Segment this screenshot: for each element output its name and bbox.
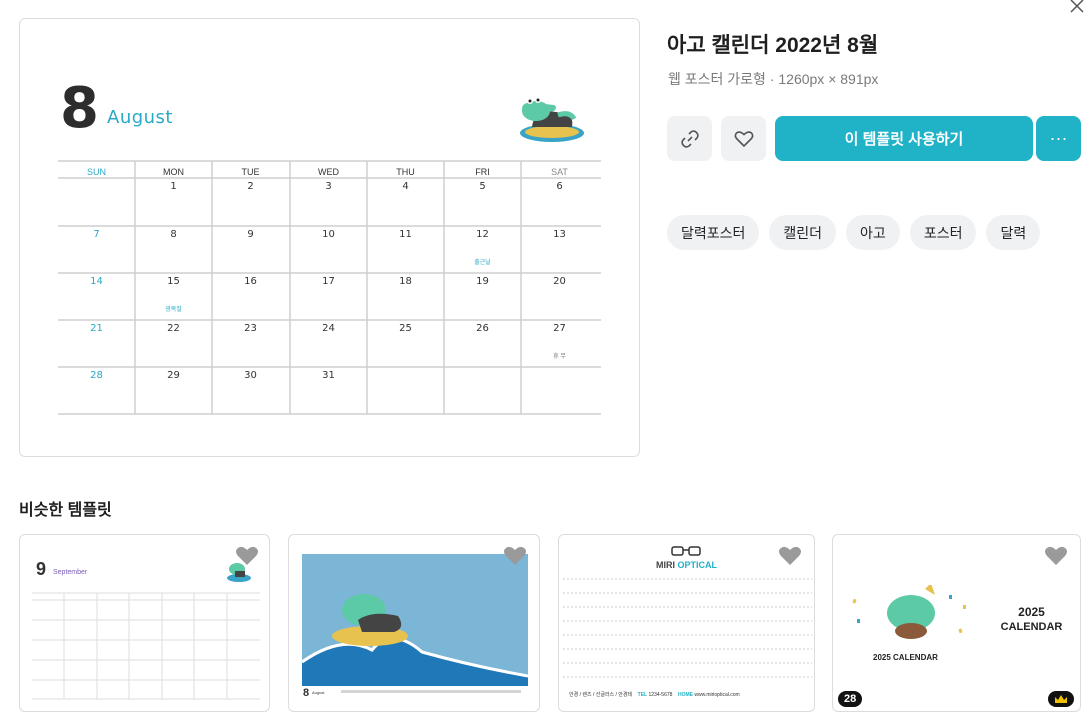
card-ruled-lines [563,578,812,678]
calendar-day: 24 [322,323,335,334]
calendar-day: 23 [244,323,257,334]
calendar-month-number: 8 [60,76,99,141]
favorite-heart-icon[interactable] [235,545,259,567]
card-cake-label: 2025 CALENDAR [873,653,938,662]
weekday-label: TUE [241,167,260,177]
card-brand: MIRI OPTICAL [656,560,717,570]
heart-icon [734,130,753,147]
page-count-badge: 28 [838,691,863,707]
calendar-day: 8 [170,229,177,240]
calendar-day: 25 [399,323,412,334]
calendar-day: 31 [322,370,335,381]
card-calendar-grid [32,592,260,700]
calendar-day: 27 [553,323,566,334]
calendar-day: 7 [93,229,100,240]
calendar-day: 17 [322,276,335,287]
calendar-day: 11 [399,229,412,240]
calendar-day: 13 [553,229,566,240]
tag-chip[interactable]: 아고 [846,215,900,250]
calendar-day: 21 [90,323,103,334]
weekday-label: SUN [86,167,106,177]
favorite-heart-icon[interactable] [503,545,527,567]
card-year: 2025 [1018,605,1045,619]
similar-template-card[interactable]: 9 September [19,534,270,712]
calendar-day: 29 [167,370,180,381]
use-template-button[interactable]: 이 템플릿 사용하기 [775,116,1033,161]
calendar-day: 9 [247,229,254,240]
card-month-number: 9 [36,559,47,579]
calendar-day: 10 [322,229,335,240]
tag-chip[interactable]: 달력 [986,215,1041,250]
close-button[interactable] [1066,0,1088,20]
weekday-label: SAT [551,167,568,177]
calendar-day: 28 [90,370,103,381]
link-icon [680,129,699,148]
more-options-button[interactable]: ··· [1036,116,1081,161]
card-month-name: September [53,569,88,576]
calendar-day: 22 [167,323,180,334]
calendar-month-name: August [107,107,173,128]
calendar-day: 5 [479,181,486,192]
calendar-day: 19 [476,276,489,287]
tag-chip[interactable]: 포스터 [909,215,977,250]
calendar-day: 26 [476,323,489,334]
calendar-day: 1 [170,181,177,192]
calendar-day: 4 [402,181,409,192]
similar-template-card[interactable]: 8 August [288,534,540,712]
weekday-label: WED [318,167,339,177]
card-day-strip [341,690,521,693]
card-calendar-word: CALENDAR [1000,621,1063,633]
glasses-icon [671,546,701,556]
calendar-day: 16 [244,276,257,287]
crocodile-illustration [520,97,584,142]
favorite-heart-icon[interactable] [778,545,802,567]
similar-template-card[interactable]: 2025 CALENDAR 2025 CALENDAR 28 [832,534,1081,712]
calendar-day: 3 [325,181,332,192]
tag-chip[interactable]: 캘린더 [769,215,837,250]
template-subtitle: 웹 포스터 가로형 · 1260px × 891px [668,71,879,87]
copy-link-button[interactable] [667,116,712,161]
calendar-note: 출근날 [474,260,491,266]
weekday-label: FRI [475,167,490,177]
calendar-note: 휴 무 [553,354,566,360]
tag-list: 달력포스터 캘린더 아고 포스터 달력 [667,215,1041,250]
similar-templates-heading: 비슷한 템플릿 [19,502,112,519]
tag-chip[interactable]: 달력포스터 [667,215,760,250]
calendar-day: 12 [476,229,489,240]
like-button[interactable] [721,116,766,161]
crown-icon [1055,695,1067,703]
calendar-day: 18 [399,276,412,287]
calendar-day: 30 [244,370,257,381]
more-icon: ··· [1049,128,1068,148]
similar-template-card[interactable]: MIRI OPTICAL 안경 / 렌즈 / 선글라스 / 안경테 TEL 12… [558,534,815,712]
card-footer: 안경 / 렌즈 / 선글라스 / 안경테 TEL 1234-5678 HOME … [569,692,740,698]
calendar-day: 20 [553,276,566,287]
weekday-label: THU [396,167,415,177]
calendar-day: 2 [247,181,254,192]
favorite-heart-icon[interactable] [1044,545,1068,567]
calendar-note: 광복절 [165,307,182,313]
premium-badge [1048,691,1074,707]
calendar-day: 15 [167,276,180,287]
calendar-day: 14 [90,276,103,287]
card-month-name: August [312,690,325,695]
calendar-day: 6 [556,181,563,192]
close-icon [1070,0,1084,13]
crocodile-surf-illustration [302,554,528,686]
template-title: 아고 캘린더 2022년 8월 [667,34,879,57]
card-month-number: 8 [303,687,310,699]
template-preview: 8 August SUN MON TUE WED THU FRI SAT 1 2… [19,18,640,457]
weekday-label: MON [163,167,184,177]
